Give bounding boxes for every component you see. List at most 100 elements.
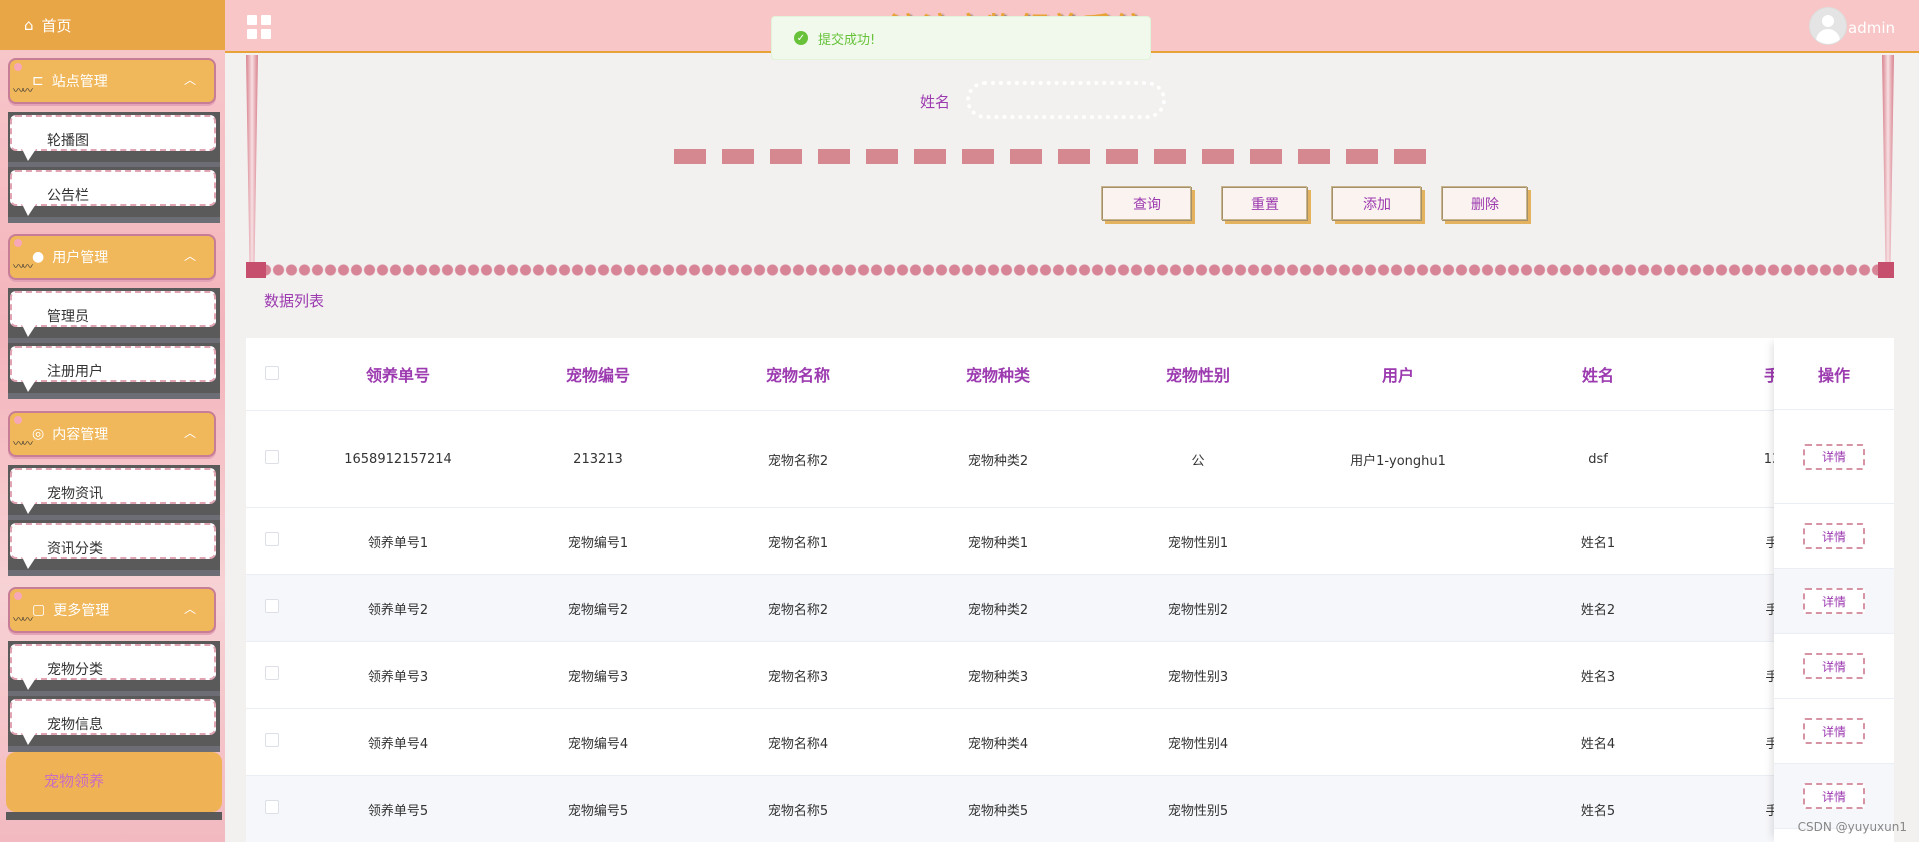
operation-header: 操作	[1774, 338, 1894, 410]
menu-item-carousel[interactable]: 轮播图	[8, 112, 220, 168]
menu-item-registered-user[interactable]: 注册用户	[8, 343, 220, 399]
user-icon: ●	[32, 249, 45, 265]
table-row[interactable]: 1658912157214 213213 宠物名称2 宠物种类2 公 用户1-y…	[246, 410, 1846, 508]
menu-item-pet-category[interactable]: 宠物分类	[8, 641, 220, 697]
menu-item-label: 注册用户	[10, 346, 216, 392]
row-checkbox[interactable]	[265, 800, 279, 814]
search-panel: 姓名 查询 重置 添加 删除	[246, 55, 1894, 277]
table-cell: 宠物编号3	[498, 641, 698, 709]
chevron-up-icon: ︿	[183, 249, 196, 263]
table-cell: 姓名5	[1498, 775, 1698, 842]
table-cell: 宠物种类1	[898, 507, 1098, 575]
name-field-label: 姓名	[920, 93, 951, 111]
select-all-cell[interactable]	[246, 338, 298, 411]
table-cell: 姓名3	[1498, 641, 1698, 709]
table-row[interactable]: 领养单号4 宠物编号4 宠物名称4 宠物种类4 宠物性别4 姓名4 手	[246, 708, 1846, 776]
row-checkbox[interactable]	[265, 532, 279, 546]
table-cell: 宠物名称1	[698, 507, 898, 575]
home-icon: ⌂	[24, 16, 34, 34]
table-row[interactable]: 领养单号5 宠物编号5 宠物名称5 宠物种类5 宠物性别5 姓名5 手	[246, 775, 1846, 842]
success-toast: ✓ 提交成功!	[771, 16, 1151, 60]
table-cell: 宠物编号5	[498, 775, 698, 842]
detail-button[interactable]: 详情	[1803, 443, 1865, 470]
username[interactable]: admin	[1848, 19, 1895, 37]
menu-group-user[interactable]: ● 用户管理 ︿ 〰〰	[8, 234, 216, 280]
detail-button[interactable]: 详情	[1803, 588, 1865, 614]
detail-button[interactable]: 详情	[1803, 718, 1865, 744]
table-cell: 宠物种类4	[898, 708, 1098, 776]
menu-item-label: 宠物资讯	[10, 468, 216, 514]
menu-group-more[interactable]: ▢ 更多管理 ︿ 〰〰	[8, 587, 216, 633]
table-header-row: 领养单号 宠物编号 宠物名称 宠物种类 宠物性别 用户 姓名 手	[246, 338, 1846, 411]
menu-item-pet-adoption[interactable]: 宠物领养	[6, 752, 222, 812]
table-cell: 领养单号5	[298, 775, 498, 842]
table-row[interactable]: 领养单号2 宠物编号2 宠物名称2 宠物种类2 宠物性别2 姓名2 手	[246, 574, 1846, 642]
menu-item-news-category[interactable]: 资讯分类	[8, 520, 220, 576]
menu-group-site[interactable]: ⊏ 站点管理 ︿ 〰〰	[8, 58, 216, 104]
decoration-wave: 〰〰	[13, 84, 33, 97]
table-cell: 宠物性别2	[1098, 574, 1298, 642]
name-search-input[interactable]	[966, 81, 1166, 119]
check-circle-icon: ✓	[794, 31, 808, 45]
chevron-up-icon: ︿	[183, 602, 196, 616]
table-cell: 宠物种类3	[898, 641, 1098, 709]
menu-item-notice[interactable]: 公告栏	[8, 167, 220, 223]
home-menu-item[interactable]: ⌂ 首页	[0, 0, 225, 50]
query-button[interactable]: 查询	[1101, 186, 1192, 221]
table-cell: 领养单号2	[298, 574, 498, 642]
table-cell: 宠物编号2	[498, 574, 698, 642]
table-cell: 领养单号3	[298, 641, 498, 709]
column-header: 用户	[1298, 338, 1498, 411]
table-cell: 宠物种类2	[898, 574, 1098, 642]
row-checkbox[interactable]	[265, 599, 279, 613]
detail-button[interactable]: 详情	[1803, 783, 1865, 809]
menu-item-label: 轮播图	[10, 115, 216, 161]
menu-item-label: 宠物信息	[10, 699, 216, 745]
content-icon: ◎	[32, 426, 45, 442]
menu-item-pet-news[interactable]: 宠物资讯	[8, 465, 220, 521]
decoration-dashes	[674, 149, 1426, 164]
operation-cell: 详情	[1774, 504, 1894, 569]
operation-cell: 详情	[1774, 634, 1894, 699]
table-cell	[1298, 574, 1498, 642]
table-cell: 213213	[498, 410, 698, 508]
add-button[interactable]: 添加	[1331, 186, 1422, 221]
table-cell: 领养单号4	[298, 708, 498, 776]
table-cell: dsf	[1498, 410, 1698, 508]
menu-item-pet-info[interactable]: 宠物信息	[8, 696, 220, 752]
menu-item-admin[interactable]: 管理员	[8, 288, 220, 344]
table-cell: 宠物名称3	[698, 641, 898, 709]
table-cell: 领养单号1	[298, 507, 498, 575]
menu-group-content[interactable]: ◎ 内容管理 ︿ 〰〰	[8, 411, 216, 457]
decoration-wave: 〰〰	[13, 260, 33, 273]
table-cell: 宠物性别1	[1098, 507, 1298, 575]
table-cell: 宠物编号4	[498, 708, 698, 776]
decoration-dot	[14, 63, 22, 71]
menu-toggle-icon[interactable]	[247, 15, 271, 39]
table: 领养单号 宠物编号 宠物名称 宠物种类 宠物性别 用户 姓名 手 1658912…	[246, 338, 1846, 842]
table-cell: 宠物编号1	[498, 507, 698, 575]
row-checkbox[interactable]	[265, 666, 279, 680]
row-checkbox[interactable]	[265, 733, 279, 747]
table-cell: 姓名2	[1498, 574, 1698, 642]
cart-icon: ⊏	[32, 73, 44, 89]
menu-item-label: 宠物分类	[10, 644, 216, 690]
reset-button[interactable]: 重置	[1221, 186, 1308, 221]
decoration-dot	[14, 416, 22, 424]
table-cell	[1298, 641, 1498, 709]
menu-item-label: 宠物领养	[44, 772, 105, 790]
table-cell: 姓名1	[1498, 507, 1698, 575]
table-cell	[1298, 775, 1498, 842]
avatar[interactable]	[1809, 7, 1847, 45]
select-all-checkbox[interactable]	[265, 365, 279, 380]
delete-button[interactable]: 删除	[1441, 186, 1528, 221]
watermark: CSDN @yuyuxun1	[1797, 820, 1907, 834]
menu-group-label: 更多管理	[53, 603, 110, 619]
detail-button[interactable]: 详情	[1803, 523, 1865, 549]
row-checkbox[interactable]	[265, 450, 279, 464]
table-cell: 公	[1098, 410, 1298, 508]
table-row[interactable]: 领养单号3 宠物编号3 宠物名称3 宠物种类3 宠物性别3 姓名3 手	[246, 641, 1846, 709]
table-row[interactable]: 领养单号1 宠物编号1 宠物名称1 宠物种类1 宠物性别1 姓名1 手	[246, 507, 1846, 575]
detail-button[interactable]: 详情	[1803, 653, 1865, 679]
menu-item-label: 管理员	[10, 291, 216, 337]
